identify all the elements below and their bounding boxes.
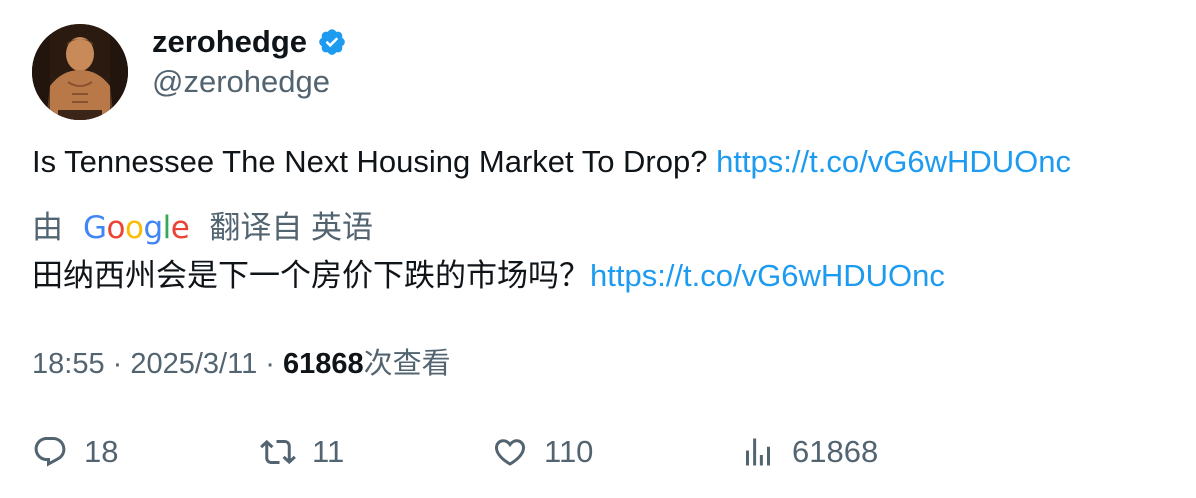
reply-count: 18 [84,434,119,469]
tweet-card: zerohedge @zerohedge Is Tennessee The Ne… [0,0,1196,498]
views-count: 61868 [283,348,364,380]
action-bar: 18 11 110 61868 [32,430,1172,474]
like-button[interactable]: 110 [492,430,593,474]
tweet-time[interactable]: 18:55 [32,348,105,380]
translated-tweet-text: 田纳西州会是下一个房价下跌的市场吗？https://t.co/vG6wHDUOn… [32,256,945,296]
retweet-count: 11 [312,434,345,469]
verified-badge-icon [319,29,345,55]
reply-button[interactable]: 18 [32,430,118,474]
author-display-name[interactable]: zerohedge [152,22,347,62]
translation-suffix: 翻译自 英语 [209,210,373,245]
translation-prefix: 由 [32,210,63,245]
retweet-icon [260,439,296,465]
tweet-meta: 18:55 · 2025/3/11 · 61868次查看 [32,344,451,384]
avatar-image [32,24,128,120]
translated-body: 田纳西州会是下一个房价下跌的市场吗？ [32,258,590,293]
display-name-text: zerohedge [152,24,308,59]
meta-separator-1: · [104,348,131,380]
views-label: 次查看 [363,348,451,380]
like-icon [494,439,526,466]
reply-icon [34,437,66,467]
retweet-button[interactable]: 11 [260,430,344,474]
views-action-count: 61868 [792,434,879,469]
google-logo[interactable]: Google [83,208,190,248]
translated-link[interactable]: https://t.co/vG6wHDUOnc [590,258,945,293]
like-count: 110 [544,434,594,469]
tweet-link[interactable]: https://t.co/vG6wHDUOnc [716,144,1071,179]
meta-separator-2: · [257,348,284,380]
tweet-date[interactable]: 2025/3/11 [130,348,257,380]
author-handle[interactable]: @zerohedge [152,62,330,102]
tweet-text: Is Tennessee The Next Housing Market To … [32,142,1071,182]
avatar[interactable] [32,24,128,120]
views-button[interactable]: 61868 [740,430,878,474]
tweet-body: Is Tennessee The Next Housing Market To … [32,144,717,179]
views-icon [746,438,770,466]
translation-attribution: 由 Google 翻译自 英语 [32,208,373,248]
